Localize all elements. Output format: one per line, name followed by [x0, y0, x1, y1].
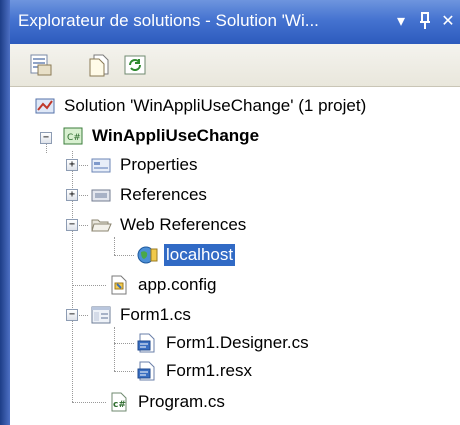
refresh-icon[interactable] [122, 53, 148, 77]
resx-file-icon [136, 361, 158, 381]
solution-icon [34, 96, 56, 116]
tree-item-localhost[interactable]: localhost [136, 242, 236, 268]
show-all-files-icon[interactable] [88, 53, 114, 77]
properties-icon[interactable] [28, 53, 54, 77]
tree-line [72, 402, 106, 403]
tree-line [114, 237, 115, 255]
collapse-web-references-icon[interactable]: − [66, 219, 78, 231]
dropdown-icon[interactable]: ▾ [391, 10, 411, 32]
tree-item-web-references[interactable]: Web References [90, 212, 248, 238]
tree-item-solution[interactable]: Solution 'WinAppliUseChange' (1 projet) [34, 93, 368, 119]
globe-icon [136, 245, 158, 265]
tree-item-program[interactable]: c# Program.cs [108, 389, 227, 415]
tree-line [114, 371, 134, 372]
config-file-icon [108, 275, 130, 295]
tree-line [114, 255, 134, 256]
left-edge-strip [0, 0, 10, 425]
open-folder-icon [90, 215, 112, 235]
tree-item-app-config[interactable]: app.config [108, 272, 218, 298]
cs-file-icon [136, 333, 158, 353]
tree-item-properties[interactable]: Properties [90, 152, 199, 178]
collapse-form1-icon[interactable]: − [66, 309, 78, 321]
tree-item-form1[interactable]: Form1.cs [90, 302, 193, 328]
tree-line [114, 327, 115, 371]
tree-item-project[interactable]: C# WinAppliUseChange [62, 123, 261, 149]
window-title: Explorateur de solutions - Solution 'Wi.… [18, 11, 319, 30]
csharp-project-icon: C# [62, 126, 84, 146]
tree-item-label: Form1.Designer.cs [166, 333, 309, 352]
toolbar [10, 44, 460, 87]
tree-item-label: Solution 'WinAppliUseChange' (1 projet) [64, 96, 367, 115]
pin-icon[interactable] [415, 10, 435, 32]
expand-properties-icon[interactable]: + [66, 159, 78, 171]
tree-item-label: Form1.resx [166, 361, 252, 380]
tree-item-label: localhost [164, 244, 236, 266]
tree-line [72, 285, 106, 286]
svg-text:C#: C# [67, 133, 81, 143]
references-icon [90, 185, 112, 205]
tree-item-label: Form1.cs [120, 305, 191, 324]
tree-item-label: Program.cs [138, 392, 225, 411]
properties-folder-icon [90, 155, 112, 175]
tree-item-form1-designer[interactable]: Form1.Designer.cs [136, 330, 311, 356]
form-icon [90, 305, 112, 325]
svg-text:c#: c# [113, 400, 126, 410]
csharp-file-icon: c# [108, 392, 130, 412]
expand-references-icon[interactable]: + [66, 189, 78, 201]
tree-item-form1-resx[interactable]: Form1.resx [136, 358, 254, 384]
tree-item-label: Properties [120, 155, 198, 174]
title-bar: Explorateur de solutions - Solution 'Wi.… [10, 0, 460, 44]
tree-item-references[interactable]: References [90, 182, 209, 208]
tree-item-label: WinAppliUseChange [92, 126, 260, 145]
solution-tree: − + + − − Solution 'WinAppliUseChange' (… [10, 87, 460, 425]
tree-item-label: References [120, 185, 207, 204]
solution-explorer-panel: Explorateur de solutions - Solution 'Wi.… [10, 0, 460, 425]
tree-line [114, 343, 134, 344]
tree-item-label: Web References [120, 215, 247, 234]
collapse-project-icon[interactable]: − [40, 132, 52, 144]
close-icon[interactable]: ✕ [438, 10, 458, 32]
tree-item-label: app.config [138, 275, 217, 294]
